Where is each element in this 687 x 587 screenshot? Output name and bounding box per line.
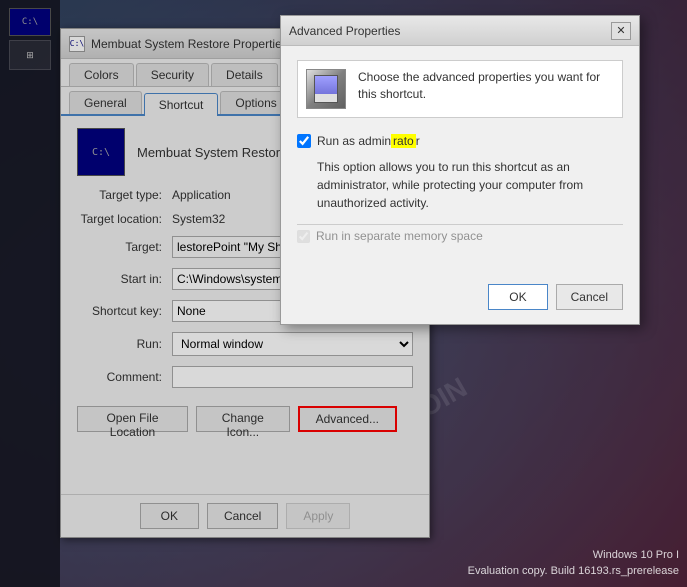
separator xyxy=(297,224,623,225)
dialog-window-controls: ✕ xyxy=(611,22,631,40)
run-in-separate-checkbox xyxy=(297,230,310,243)
run-as-admin-checkbox[interactable] xyxy=(297,134,311,148)
run-in-separate-row: Run in separate memory space xyxy=(297,229,623,243)
dialog-title: Advanced Properties xyxy=(289,24,605,38)
run-as-admin-label: Run as adminrator xyxy=(317,134,420,148)
highlight-text: rato xyxy=(391,134,416,148)
dialog-ok-button[interactable]: OK xyxy=(488,284,547,310)
dialog-header-icon xyxy=(306,69,346,109)
dialog-cancel-button[interactable]: Cancel xyxy=(556,284,623,310)
dialog-titlebar: Advanced Properties ✕ xyxy=(281,16,639,46)
windows-version: Windows 10 Pro I xyxy=(468,548,679,563)
windows-build: Evaluation copy. Build 16193.rs_prerelea… xyxy=(468,564,679,579)
advanced-properties-dialog: Advanced Properties ✕ Choose the advance… xyxy=(280,15,640,325)
dialog-buttons: OK Cancel xyxy=(488,284,623,310)
dialog-header-text: Choose the advanced properties you want … xyxy=(358,69,614,103)
dialog-close-button[interactable]: ✕ xyxy=(611,22,631,40)
run-as-admin-row: Run as adminrator xyxy=(297,134,623,148)
dialog-overlay: Advanced Properties ✕ Choose the advance… xyxy=(0,0,687,587)
dialog-content: Choose the advanced properties you want … xyxy=(281,46,639,257)
run-in-separate-label: Run in separate memory space xyxy=(316,229,483,243)
windows-info: Windows 10 Pro I Evaluation copy. Build … xyxy=(468,548,679,579)
run-as-admin-description: This option allows you to run this short… xyxy=(317,158,623,212)
dialog-header-area: Choose the advanced properties you want … xyxy=(297,60,623,118)
